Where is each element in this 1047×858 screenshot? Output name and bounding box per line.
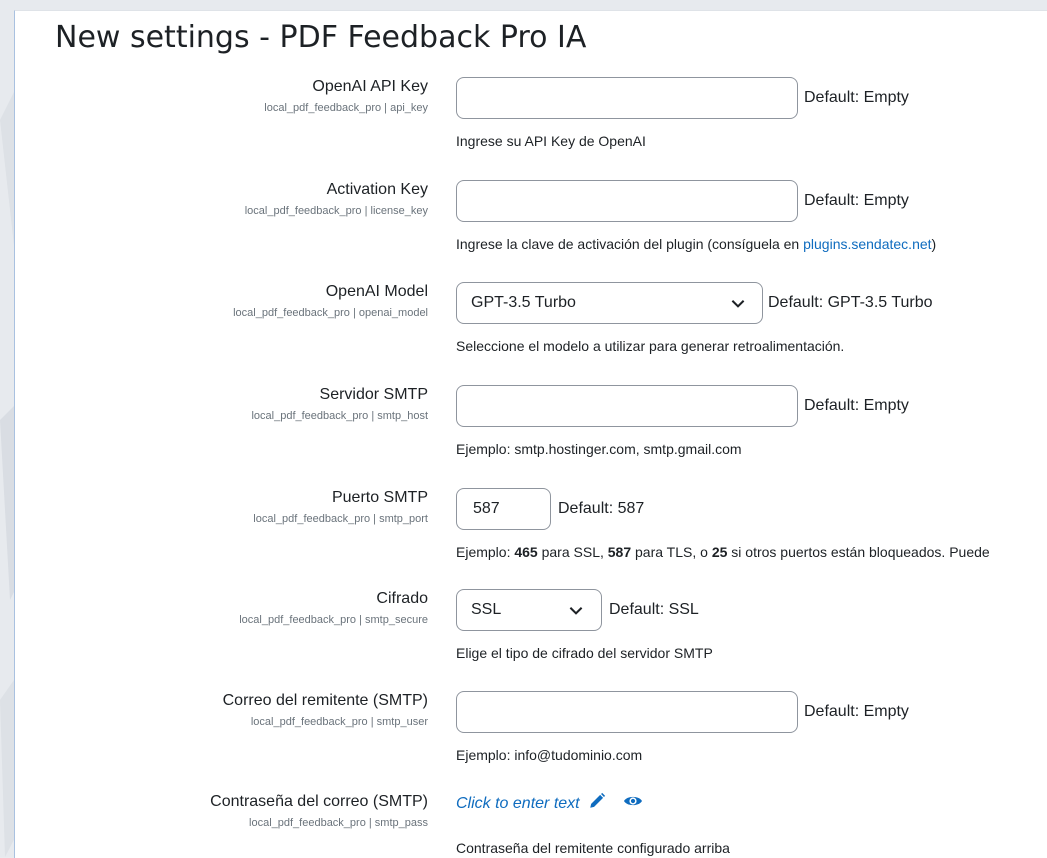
- port-ssl: 465: [514, 544, 538, 560]
- setting-label: Servidor SMTP: [319, 386, 428, 403]
- setting-label: Cifrado: [376, 590, 428, 607]
- setting-id: local_pdf_feedback_pro | api_key: [264, 102, 428, 114]
- port-fallback: 25: [711, 544, 728, 560]
- setting-id: local_pdf_feedback_pro | smtp_pass: [249, 817, 428, 829]
- default-value: Default: Empty: [804, 192, 909, 209]
- setting-id: local_pdf_feedback_pro | license_key: [244, 205, 428, 217]
- select-value: SSL: [471, 601, 502, 618]
- description-text: para SSL,: [537, 544, 608, 560]
- encryption-select[interactable]: SSL: [456, 589, 602, 631]
- default-value: Default: SSL: [609, 601, 699, 618]
- default-value: Default: Empty: [804, 703, 909, 720]
- setting-row-smtp-host: Servidor SMTP local_pdf_feedback_pro | s…: [15, 385, 1047, 485]
- setting-label: Correo del remitente (SMTP): [222, 692, 428, 709]
- click-to-enter-text[interactable]: Click to enter text: [456, 795, 580, 812]
- setting-label: OpenAI Model: [325, 283, 428, 300]
- default-value: Default: Empty: [804, 397, 909, 414]
- setting-description: Seleccione el modelo a utilizar para gen…: [456, 338, 845, 354]
- description-text: Ingrese la clave de activación del plugi…: [456, 236, 804, 252]
- chevron-down-icon: [731, 300, 745, 308]
- setting-description: Elige el tipo de cifrado del servidor SM…: [456, 645, 713, 661]
- setting-description: Ejemplo: 465 para SSL, 587 para TLS, o 2…: [456, 544, 990, 560]
- default-value: Default: Empty: [804, 89, 909, 106]
- description-text: si otros puertos están bloqueados. Puede: [727, 544, 990, 560]
- setting-row-smtp-secure: Cifrado local_pdf_feedback_pro | smtp_se…: [15, 589, 1047, 689]
- openai-model-select[interactable]: GPT-3.5 Turbo: [456, 282, 763, 324]
- plugins-sendatec-link[interactable]: plugins.sendatec.net: [803, 236, 931, 252]
- description-text: Ejemplo:: [456, 544, 515, 560]
- api-key-input[interactable]: [456, 77, 798, 119]
- chevron-down-icon: [569, 607, 583, 615]
- setting-row-api-key: OpenAI API Key local_pdf_feedback_pro | …: [15, 77, 1047, 177]
- setting-label: OpenAI API Key: [312, 78, 428, 95]
- smtp-user-input[interactable]: [456, 691, 798, 733]
- setting-row-license-key: Activation Key local_pdf_feedback_pro | …: [15, 180, 1047, 280]
- activation-key-input[interactable]: [456, 180, 798, 222]
- setting-description: Ingrese su API Key de OpenAI: [456, 133, 646, 149]
- pencil-icon[interactable]: [588, 792, 606, 810]
- select-value: GPT-3.5 Turbo: [471, 294, 576, 311]
- description-text: para TLS, o: [631, 544, 712, 560]
- eye-icon[interactable]: [623, 792, 643, 810]
- setting-description: Ejemplo: info@tudominio.com: [456, 747, 643, 763]
- smtp-host-input[interactable]: [456, 385, 798, 427]
- setting-id: local_pdf_feedback_pro | smtp_host: [251, 410, 428, 422]
- setting-label: Puerto SMTP: [331, 489, 428, 506]
- default-value: Default: 587: [558, 500, 645, 517]
- setting-description: Ejemplo: smtp.hostinger.com, smtp.gmail.…: [456, 441, 742, 457]
- setting-id: local_pdf_feedback_pro | smtp_user: [250, 716, 428, 728]
- setting-label: Activation Key: [326, 181, 428, 198]
- password-click-to-edit[interactable]: Click to enter text: [456, 792, 643, 816]
- setting-row-openai-model: OpenAI Model local_pdf_feedback_pro | op…: [15, 282, 1047, 382]
- setting-id: local_pdf_feedback_pro | openai_model: [233, 307, 428, 319]
- description-text: ): [931, 236, 937, 252]
- setting-label: Contraseña del correo (SMTP): [210, 793, 428, 810]
- default-value: Default: GPT-3.5 Turbo: [768, 294, 933, 311]
- setting-id: local_pdf_feedback_pro | smtp_port: [253, 513, 428, 525]
- smtp-port-input[interactable]: 587: [456, 488, 551, 530]
- port-tls: 587: [607, 544, 632, 560]
- page-title: New settings - PDF Feedback Pro IA: [55, 20, 587, 55]
- setting-id: local_pdf_feedback_pro | smtp_secure: [239, 614, 428, 626]
- setting-row-smtp-port: Puerto SMTP local_pdf_feedback_pro | smt…: [15, 488, 1047, 588]
- setting-row-smtp-pass: Contraseña del correo (SMTP) local_pdf_f…: [15, 792, 1047, 858]
- settings-panel: New settings - PDF Feedback Pro IA OpenA…: [14, 10, 1047, 858]
- setting-description: Contraseña del remitente configurado arr…: [456, 840, 730, 856]
- setting-description: Ingrese la clave de activación del plugi…: [456, 236, 936, 252]
- setting-row-smtp-user: Correo del remitente (SMTP) local_pdf_fe…: [15, 691, 1047, 791]
